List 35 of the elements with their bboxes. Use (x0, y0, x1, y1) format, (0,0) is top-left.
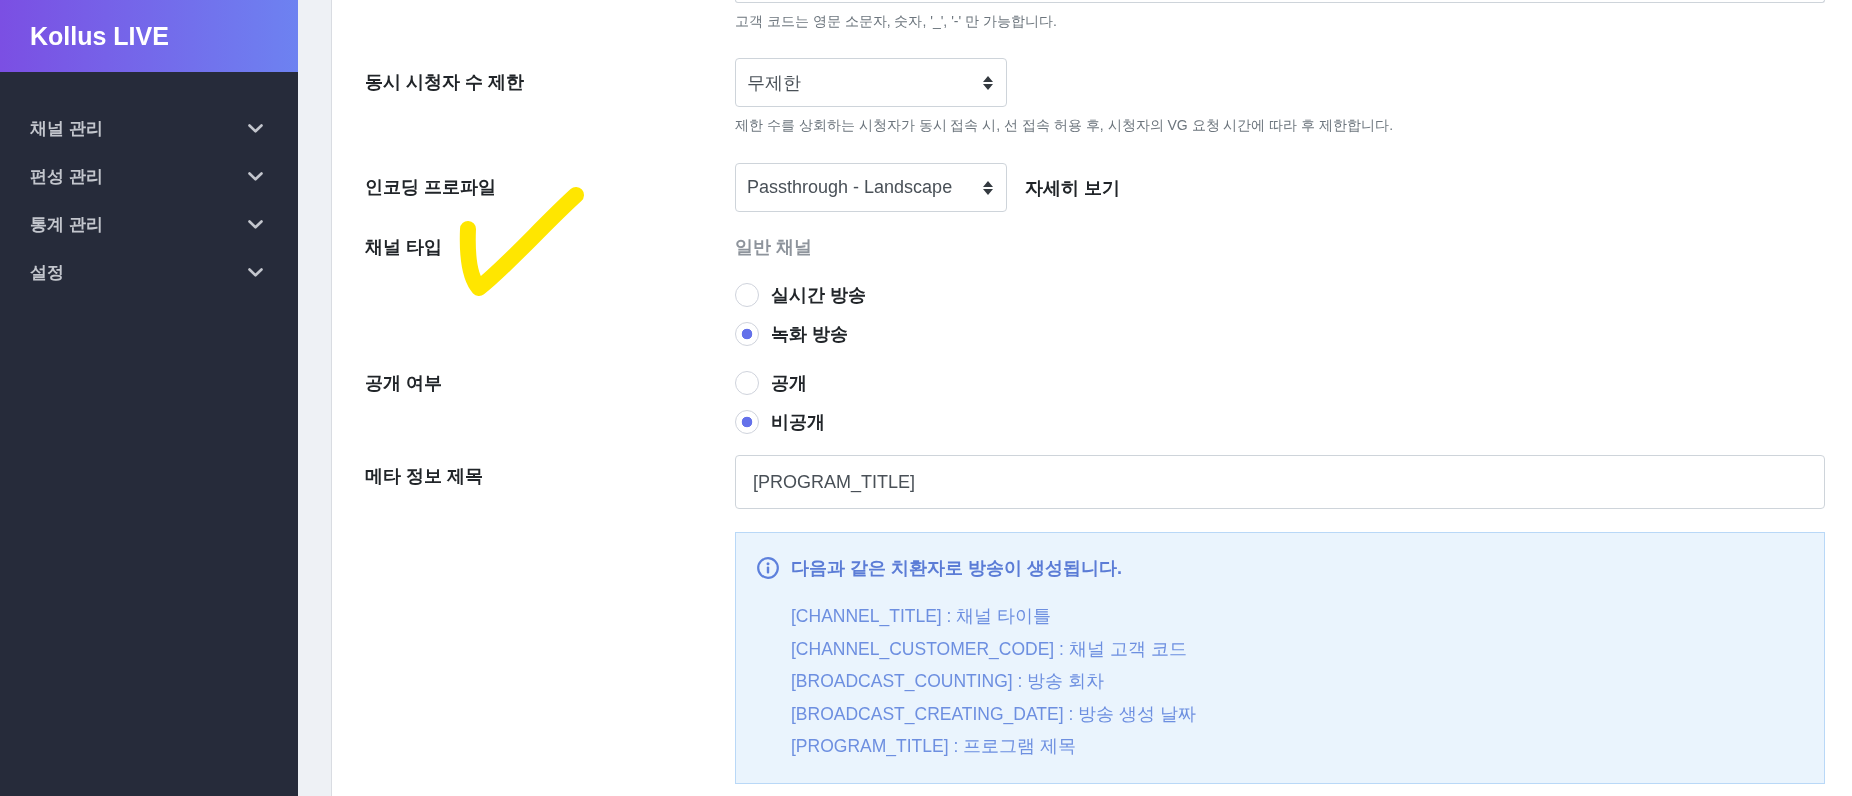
info-line: [CHANNEL_TITLE] : 채널 타이틀 (791, 605, 1052, 629)
sidebar-item[interactable]: 편성 관리 (0, 152, 298, 200)
info-line: [BROADCAST_CREATING_DATE] : 방송 생성 날짜 (791, 702, 1196, 727)
field-label: 메타 정보 제목 (365, 465, 483, 488)
input-field[interactable]: [PROGRAM_TITLE] (735, 455, 1825, 509)
field-hint: 제한 수를 상회하는 시청자가 동시 접속 시, 선 접속 허용 후, 시청자의 VG 요청 시간에 따라 후 제한합니다. (735, 116, 1394, 134)
field-hint: 고객 코드는 영문 소문자, 숫자, '_', '-' 만 가능합니다. (735, 12, 1057, 30)
info-line: [PROGRAM_TITLE] : 프로그램 제목 (791, 735, 1076, 759)
radio-label[interactable]: 비공개 (771, 409, 825, 434)
radio-button[interactable] (735, 282, 759, 307)
select-arrows-icon (983, 75, 993, 90)
sidebar-item[interactable]: 통계 관리 (0, 200, 298, 248)
select-arrows-icon (983, 180, 993, 195)
field-label: 공개 여부 (365, 371, 442, 395)
field-label: 동시 시청자 수 제한 (365, 71, 524, 94)
radio-label[interactable]: 녹화 방송 (771, 321, 848, 346)
radio-label[interactable]: 공개 (771, 370, 807, 395)
info-title: 다음과 같은 치환자로 방송이 생성됩니다. (791, 557, 1122, 580)
radio-button[interactable] (735, 370, 759, 395)
radio-label[interactable]: 실시간 방송 (771, 282, 866, 307)
field-label: 인코딩 프로파일 (365, 176, 496, 199)
field-label: 채널 타입 (365, 236, 442, 259)
input-field[interactable] (735, 0, 1825, 3)
sidebar-item[interactable]: 설정 (0, 248, 298, 296)
channel-type-value: 일반 채널 (735, 236, 812, 259)
brand-name: Kollus LIVE (30, 21, 169, 51)
select-field[interactable]: Passthrough - Landscape (735, 163, 1007, 212)
info-line: [BROADCAST_COUNTING] : 방송 회차 (791, 670, 1105, 694)
info-line: [CHANNEL_CUSTOMER_CODE] : 채널 고객 코드 (791, 637, 1187, 662)
radio-button[interactable] (735, 409, 759, 434)
radio-button[interactable] (735, 321, 759, 346)
details-link[interactable]: 자세히 보기 (1025, 175, 1120, 200)
info-icon (757, 557, 779, 579)
select-field[interactable]: 무제한 (735, 58, 1007, 107)
sidebar-item[interactable]: 채널 관리 (0, 104, 298, 152)
